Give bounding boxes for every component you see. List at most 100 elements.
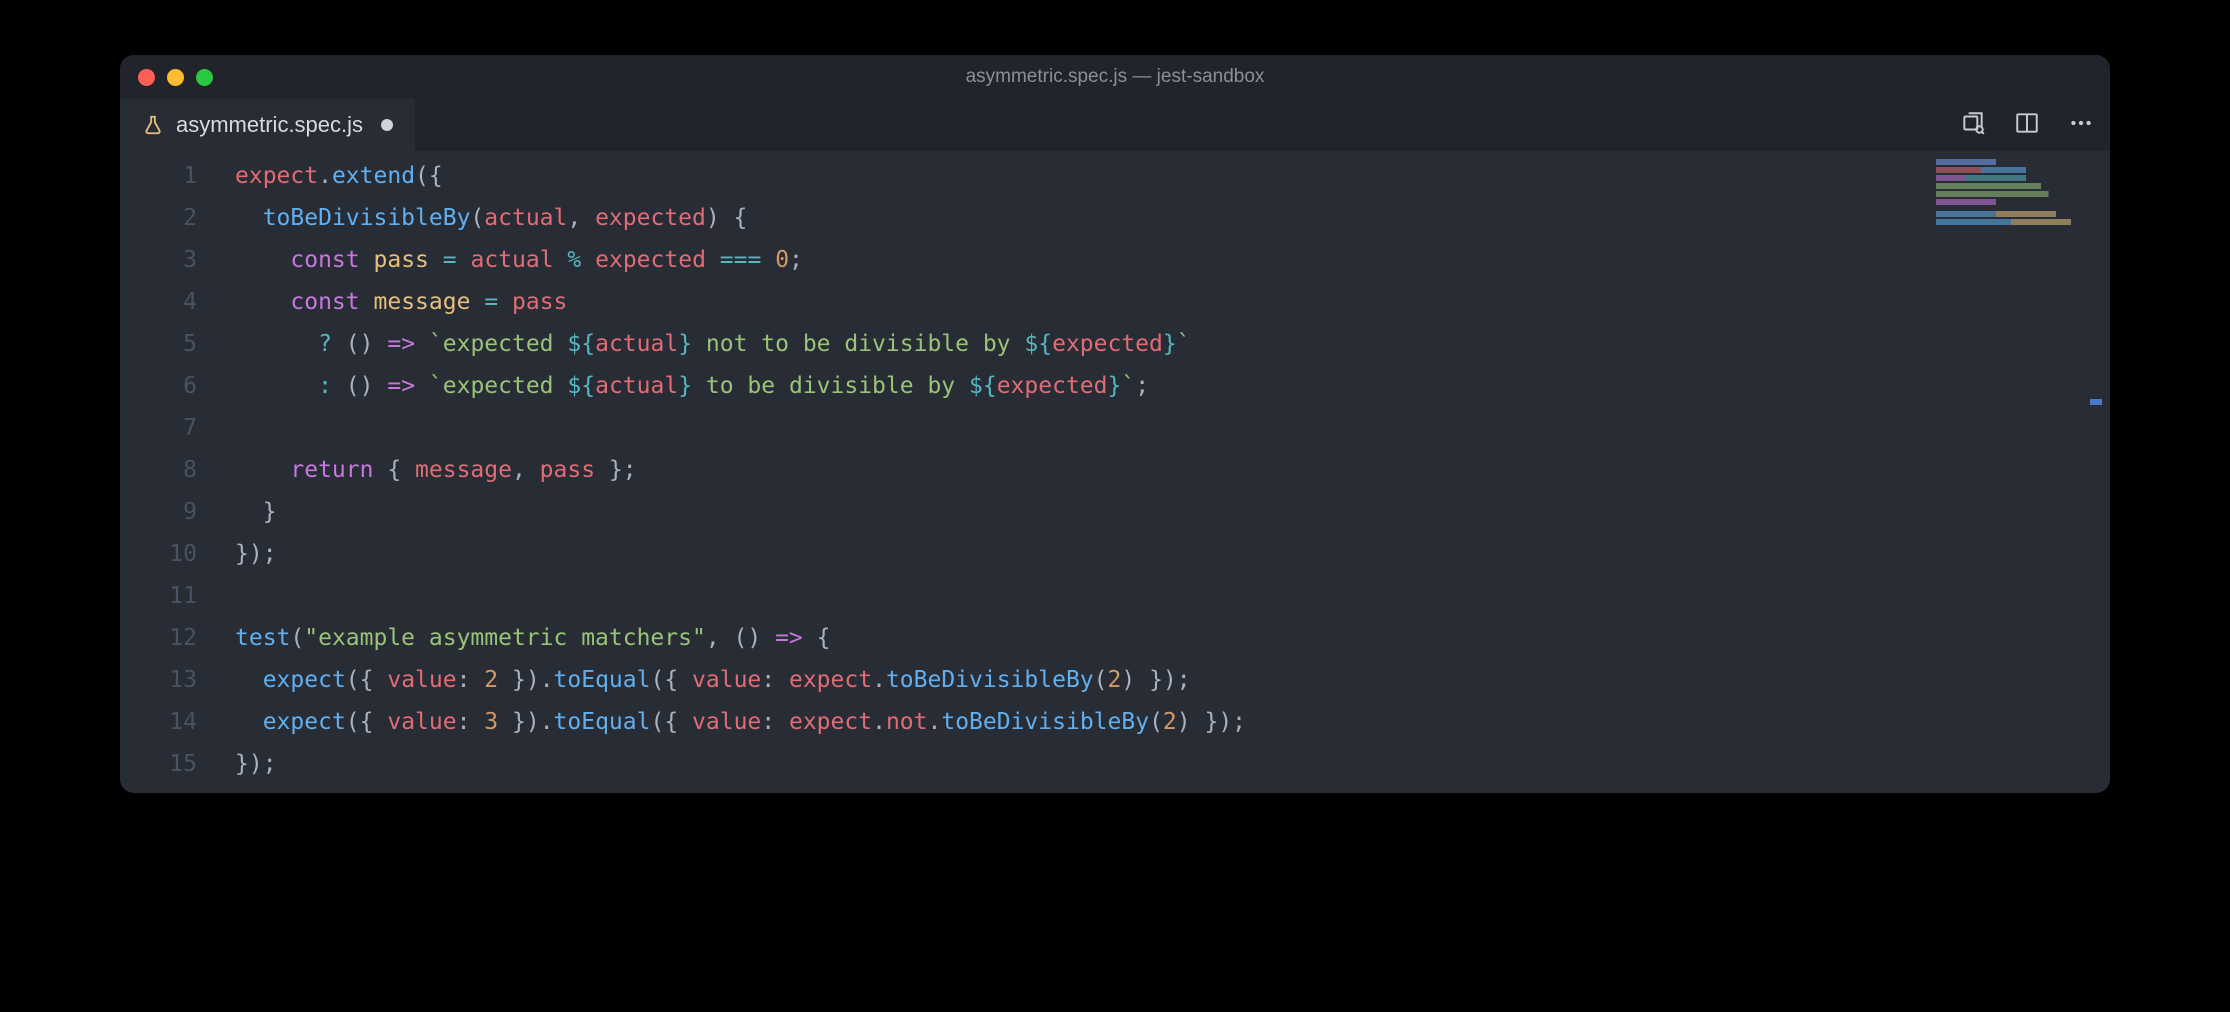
code-line[interactable]: test("example asymmetric matchers", () =… bbox=[235, 617, 2110, 659]
overview-ruler[interactable] bbox=[2090, 151, 2102, 793]
token bbox=[470, 289, 484, 315]
token bbox=[415, 331, 429, 357]
minimap[interactable] bbox=[1936, 159, 2086, 229]
window-title: asymmetric.spec.js — jest-sandbox bbox=[966, 66, 1265, 88]
token: = bbox=[484, 289, 498, 315]
code-line[interactable]: const message = pass bbox=[235, 281, 2110, 323]
token: : bbox=[761, 667, 789, 693]
token bbox=[235, 373, 318, 399]
token: expected bbox=[595, 205, 706, 231]
code-content[interactable]: expect.extend({ toBeDivisibleBy(actual, … bbox=[235, 151, 2110, 785]
token bbox=[554, 247, 568, 273]
token: ( bbox=[470, 205, 484, 231]
token bbox=[429, 247, 443, 273]
dirty-indicator-icon[interactable] bbox=[381, 119, 393, 131]
token: pass bbox=[374, 247, 429, 273]
code-line[interactable] bbox=[235, 575, 2110, 617]
minimize-icon[interactable] bbox=[167, 69, 184, 86]
token: ${ bbox=[567, 331, 595, 357]
code-line[interactable]: ? () => `expected ${actual} not to be di… bbox=[235, 323, 2110, 365]
token: pass bbox=[540, 457, 595, 483]
tab-bar: asymmetric.spec.js bbox=[120, 99, 2110, 151]
line-number: 8 bbox=[120, 449, 197, 491]
token: : bbox=[318, 373, 332, 399]
line-number: 1 bbox=[120, 155, 197, 197]
token: "example asymmetric matchers" bbox=[304, 625, 706, 651]
token: ({ bbox=[346, 709, 388, 735]
titlebar[interactable]: asymmetric.spec.js — jest-sandbox bbox=[120, 55, 2110, 99]
token: : bbox=[761, 709, 789, 735]
code-line[interactable]: } bbox=[235, 491, 2110, 533]
line-number: 10 bbox=[120, 533, 197, 575]
token: const bbox=[290, 289, 359, 315]
token: 0 bbox=[775, 247, 789, 273]
token: ( bbox=[1094, 667, 1108, 693]
token: }); bbox=[235, 751, 277, 777]
token: expected bbox=[1052, 331, 1163, 357]
token bbox=[581, 247, 595, 273]
token: expect bbox=[789, 709, 872, 735]
beaker-icon bbox=[142, 114, 164, 136]
code-line[interactable]: return { message, pass }; bbox=[235, 449, 2110, 491]
token: => bbox=[775, 625, 803, 651]
token: toBeDivisibleBy bbox=[263, 205, 471, 231]
code-line[interactable] bbox=[235, 407, 2110, 449]
more-actions-icon[interactable] bbox=[2068, 110, 2094, 141]
token: . bbox=[927, 709, 941, 735]
line-number: 14 bbox=[120, 701, 197, 743]
token bbox=[235, 331, 318, 357]
token bbox=[235, 247, 290, 273]
token: not to be divisible by bbox=[692, 331, 1024, 357]
token: toEqual bbox=[554, 667, 651, 693]
line-number-gutter: 123456789101112131415 bbox=[120, 151, 235, 785]
token: ({ bbox=[650, 709, 692, 735]
token: }; bbox=[595, 457, 637, 483]
code-line[interactable]: const pass = actual % expected === 0; bbox=[235, 239, 2110, 281]
code-line[interactable]: expect({ value: 2 }).toEqual({ value: ex… bbox=[235, 659, 2110, 701]
line-number: 12 bbox=[120, 617, 197, 659]
tab-filename: asymmetric.spec.js bbox=[176, 112, 363, 138]
code-line[interactable]: }); bbox=[235, 533, 2110, 575]
token: }). bbox=[498, 709, 553, 735]
token: = bbox=[443, 247, 457, 273]
code-line[interactable]: : () => `expected ${actual} to be divisi… bbox=[235, 365, 2110, 407]
token: toBeDivisibleBy bbox=[886, 667, 1094, 693]
token: ({ bbox=[650, 667, 692, 693]
code-line[interactable]: toBeDivisibleBy(actual, expected) { bbox=[235, 197, 2110, 239]
token: } bbox=[1107, 373, 1121, 399]
code-line[interactable]: }); bbox=[235, 743, 2110, 785]
token: message bbox=[415, 457, 512, 483]
close-icon[interactable] bbox=[138, 69, 155, 86]
token: ) }); bbox=[1177, 709, 1246, 735]
token: () bbox=[332, 373, 387, 399]
token: value bbox=[692, 709, 761, 735]
token: to be divisible by bbox=[692, 373, 969, 399]
token: } bbox=[678, 331, 692, 357]
token: extend bbox=[332, 163, 415, 189]
token: , bbox=[567, 205, 595, 231]
code-line[interactable]: expect.extend({ bbox=[235, 155, 2110, 197]
split-editor-icon[interactable] bbox=[2014, 110, 2040, 141]
tab-active[interactable]: asymmetric.spec.js bbox=[120, 99, 415, 151]
token bbox=[360, 247, 374, 273]
open-changes-icon[interactable] bbox=[1960, 110, 1986, 141]
token: expected bbox=[997, 373, 1108, 399]
line-number: 4 bbox=[120, 281, 197, 323]
token: . bbox=[872, 667, 886, 693]
code-line[interactable]: expect({ value: 3 }).toEqual({ value: ex… bbox=[235, 701, 2110, 743]
token: message bbox=[374, 289, 471, 315]
token: ( bbox=[1149, 709, 1163, 735]
token: ({ bbox=[346, 667, 388, 693]
token: test bbox=[235, 625, 290, 651]
token bbox=[235, 205, 263, 231]
token: === bbox=[720, 247, 762, 273]
token: toBeDivisibleBy bbox=[941, 709, 1149, 735]
token: ` bbox=[1121, 373, 1135, 399]
token: expect bbox=[263, 709, 346, 735]
token: 3 bbox=[484, 709, 498, 735]
token: const bbox=[290, 247, 359, 273]
token bbox=[235, 709, 263, 735]
token: ${ bbox=[969, 373, 997, 399]
line-number: 13 bbox=[120, 659, 197, 701]
zoom-icon[interactable] bbox=[196, 69, 213, 86]
